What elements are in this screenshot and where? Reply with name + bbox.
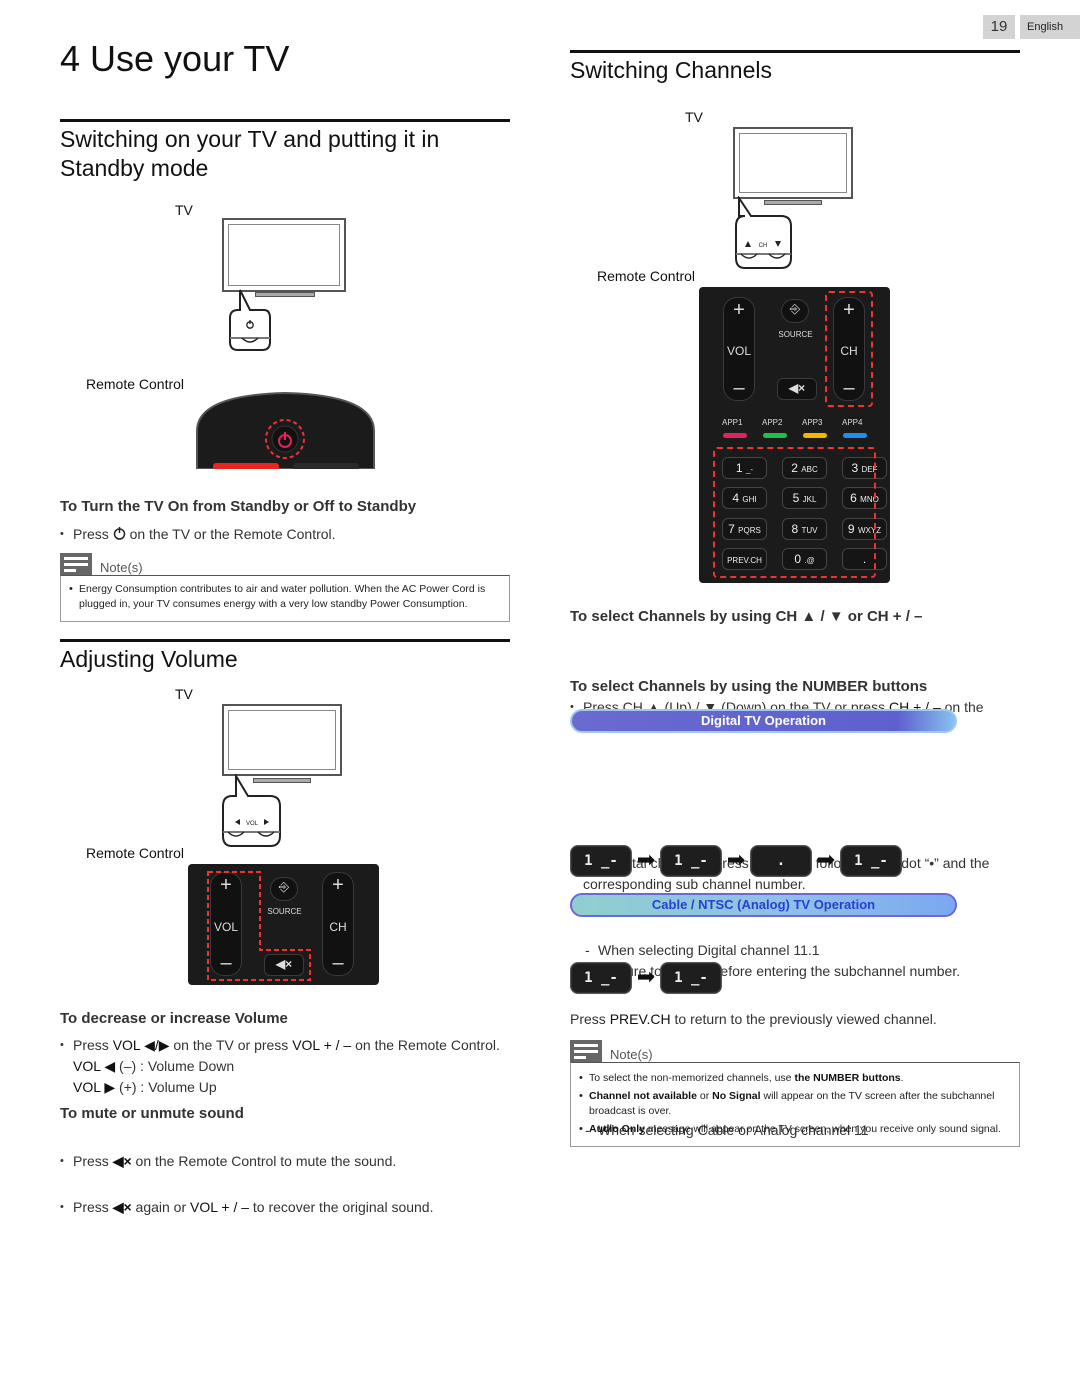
standby-heading: Switching on your TV and putting it in S… <box>60 126 440 181</box>
page-number: 19 <box>983 15 1015 39</box>
power-icon <box>113 527 125 540</box>
tv-illustration <box>733 127 853 199</box>
app4-button <box>843 433 867 438</box>
mute-bullet: Press ◀× on the Remote Control to mute t… <box>60 1151 1080 1172</box>
cable-key-sequence: 1 _- ➡ 1 _- <box>570 962 722 994</box>
remote-top-illustration <box>196 391 375 469</box>
app1-button <box>723 433 747 438</box>
app3-button <box>803 433 827 438</box>
remote-channels-illustration: + VOL – ⎆ SOURCE + CH – ◀× APP1 APP2 APP… <box>699 287 890 583</box>
key-1: 1 _- <box>840 845 902 877</box>
key-1: 1 _- <box>570 962 632 994</box>
arrow-right-icon: ➡ <box>636 965 656 990</box>
note-item: Audio Only message will appear on the TV… <box>579 1122 1011 1137</box>
ch-highlight <box>825 291 873 407</box>
chapter-title: 4 Use your TV <box>60 38 290 79</box>
mute-icon: ◀× <box>788 381 806 395</box>
key-1: 1 _- <box>660 962 722 994</box>
volume-down-line: VOL ◀ (–) : Volume Down <box>73 1058 235 1074</box>
digital-tv-operation-banner: Digital TV Operation <box>570 709 957 733</box>
cable-tv-operation-banner: Cable / NTSC (Analog) TV Operation <box>570 893 957 917</box>
channels-heading: Switching Channels <box>570 57 773 83</box>
section-rule <box>60 639 510 642</box>
arrow-right-icon: ➡ <box>816 848 836 873</box>
tv-label: TV <box>685 109 703 125</box>
unmute-bullet: Press ◀× again or VOL + / – to recover t… <box>60 1197 1080 1218</box>
svg-text:CH: CH <box>759 243 768 249</box>
digital-key-sequence: 1 _- ➡ 1 _- ➡ . ➡ 1 _- <box>570 845 902 877</box>
volume-instructions: Press VOL ◀/▶ on the TV or press VOL + /… <box>60 1035 520 1098</box>
tv-label: TV <box>175 202 193 218</box>
remote-label: Remote Control <box>86 376 185 392</box>
section-rule <box>60 119 510 122</box>
volume-up-line: VOL ▶ (+) : Volume Up <box>73 1079 217 1095</box>
ch-subheading: To select Channels by using CH ▲ / ▼ or … <box>570 608 923 625</box>
tv-channel-button-callout: CH <box>735 196 792 269</box>
key-1: 1 _- <box>660 845 722 877</box>
tv-illustration <box>222 218 346 292</box>
volume-subheading: To decrease or increase Volume <box>60 1010 288 1027</box>
volume-heading: Adjusting Volume <box>60 646 238 672</box>
mute-icon: ◀× <box>112 1153 132 1169</box>
note-icon <box>60 553 92 575</box>
note-item: Channel not available or No Signal will … <box>579 1089 1011 1119</box>
tv-volume-button-callout: VOL <box>222 774 281 847</box>
tv-label: TV <box>175 686 193 702</box>
standby-bullet: Press on the TV or the Remote Control. <box>60 524 1080 545</box>
language-label: English <box>1020 15 1080 39</box>
remote-volume-illustration: + VOL – ⎆ SOURCE + CH – ◀× <box>188 864 379 985</box>
section-rule <box>570 50 1020 53</box>
number-subheading: To select Channels by using the NUMBER b… <box>570 678 928 695</box>
arrow-right-icon: ➡ <box>726 848 746 873</box>
app2-button <box>763 433 787 438</box>
standby-note: Note(s) Energy Consumption contributes t… <box>60 553 510 622</box>
key-dot: . <box>750 845 812 877</box>
tv-power-button-callout <box>229 289 271 351</box>
volume-highlight <box>207 871 311 981</box>
arrow-right-icon: ➡ <box>636 848 656 873</box>
note-icon <box>570 1040 602 1062</box>
remote-label: Remote Control <box>86 845 185 861</box>
note-item: Energy Consumption contributes to air an… <box>69 582 501 612</box>
tv-illustration <box>222 704 342 776</box>
mute-icon: ◀× <box>112 1199 132 1215</box>
note-item: To select the non-memorized channels, us… <box>579 1071 1011 1086</box>
key-1: 1 _- <box>570 845 632 877</box>
volume-bullet: Press VOL ◀/▶ on the TV or press VOL + /… <box>60 1035 520 1056</box>
number-highlight <box>713 447 876 578</box>
remote-label: Remote Control <box>597 268 696 284</box>
standby-subheading: To Turn the TV On from Standby or Off to… <box>60 498 417 515</box>
prev-ch-text: Press PREV.CH to return to the previousl… <box>570 1011 937 1027</box>
svg-text:VOL: VOL <box>246 821 259 827</box>
mute-subheading: To mute or unmute sound <box>60 1105 244 1122</box>
channels-note: Note(s) To select the non-memorized chan… <box>570 1040 1020 1147</box>
